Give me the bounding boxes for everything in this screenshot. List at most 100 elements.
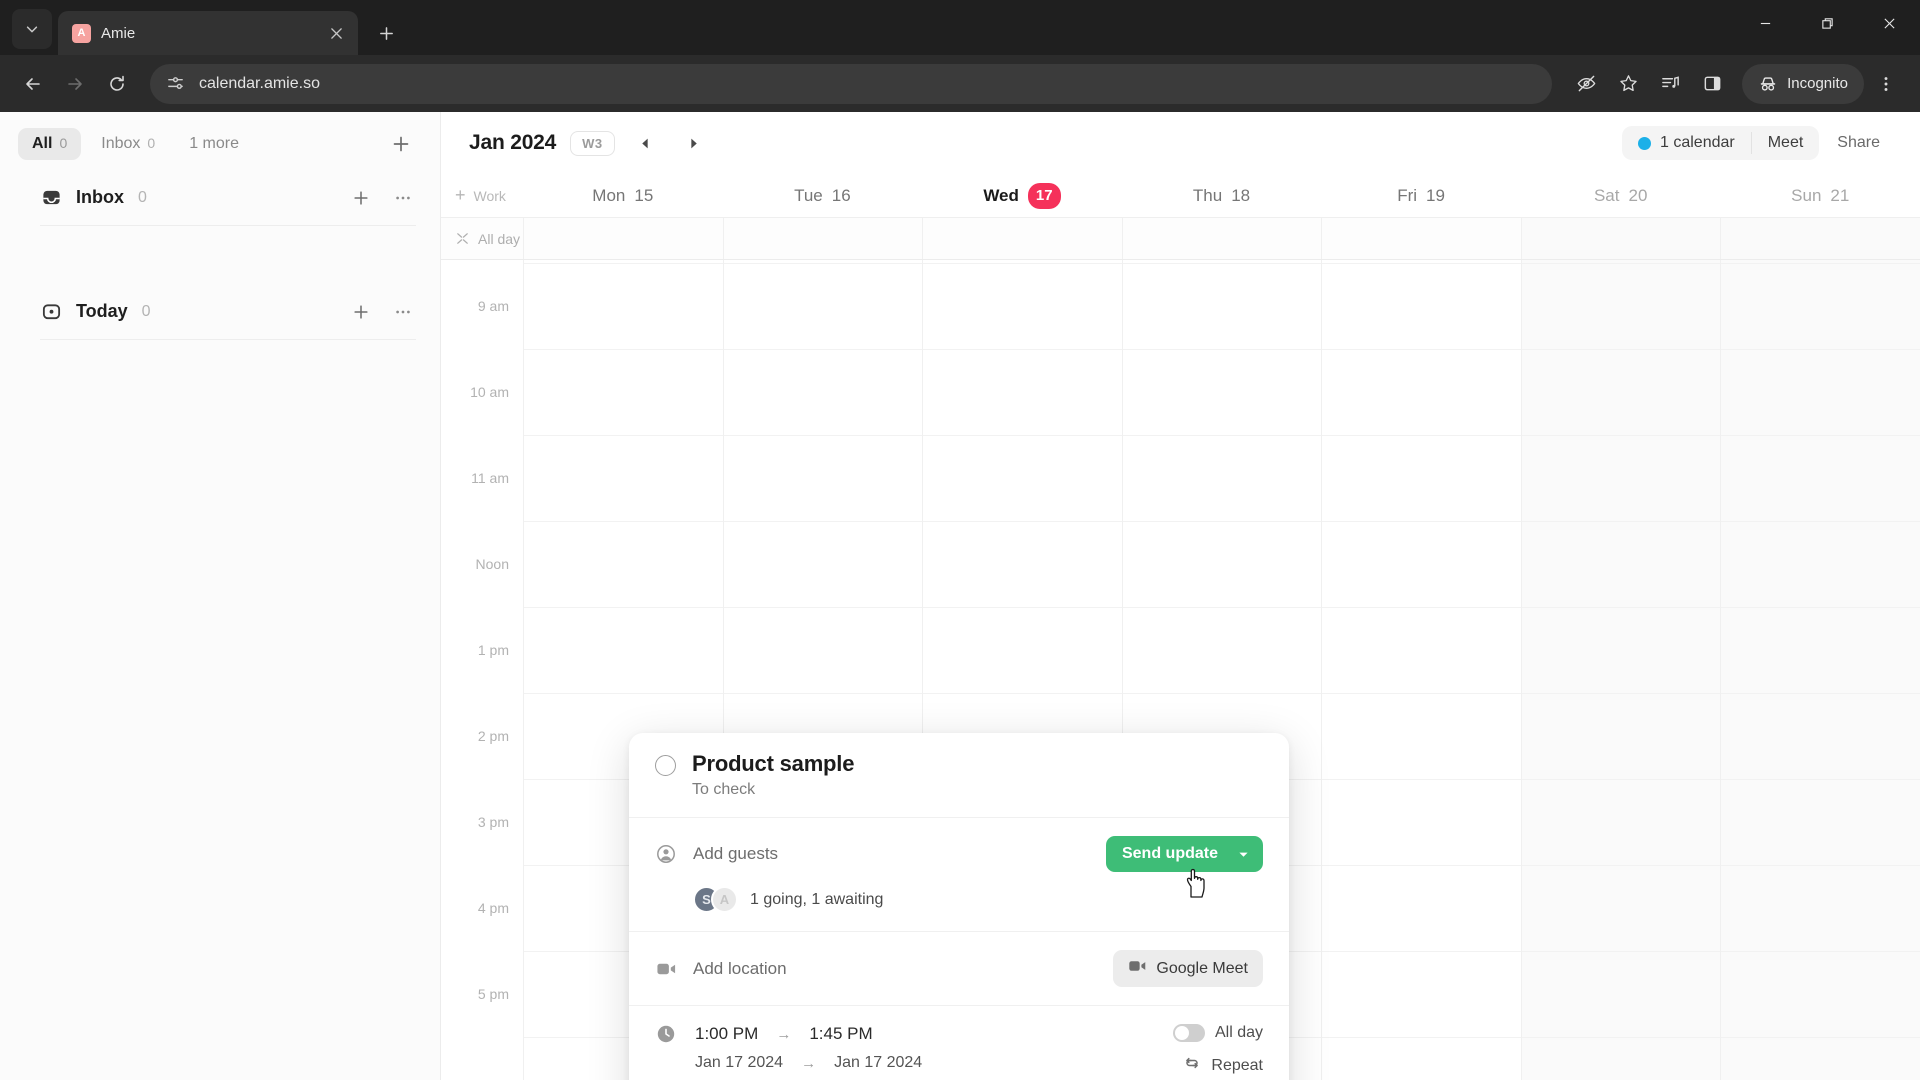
all-day-cell-thu[interactable] [1121,218,1322,259]
all-day-row: All day [441,218,1920,260]
back-button[interactable] [14,65,52,103]
grid-line [1521,349,1721,350]
event-end-date[interactable]: Jan 17 2024 [834,1054,922,1072]
event-start-date[interactable]: Jan 17 2024 [695,1054,783,1072]
sidebar-section-today-title: Today [76,301,128,321]
day-header-sun[interactable]: Sun 21 [1720,174,1920,217]
work-label: Work [473,187,506,204]
new-tab-button[interactable] [368,15,404,51]
side-panel-icon [1704,76,1720,91]
grid-line [1122,349,1322,350]
all-day-toggle[interactable] [1172,1024,1205,1042]
inbox-more-button[interactable] [390,185,416,211]
day-column-fri[interactable] [1321,260,1521,1080]
browser-tab[interactable]: A Amie [58,11,358,55]
calendar-selector-button[interactable]: 1 calendar [1622,126,1751,160]
media-controls-button[interactable] [1650,64,1690,104]
event-end-time[interactable]: 1:45 PM [809,1024,872,1044]
grid-line [723,349,923,350]
tab-close-button[interactable] [324,21,348,45]
chevron-right-icon [691,138,697,148]
grid-line [1322,349,1521,350]
time-label: 2 pm [477,728,509,744]
tab-title: Amie [101,24,136,42]
share-button[interactable]: Share [1819,126,1898,160]
day-header-tue[interactable]: Tue 16 [723,174,923,217]
day-name: Sat [1593,185,1620,205]
day-column-sat[interactable] [1520,260,1721,1080]
all-day-cell-tue[interactable] [722,218,923,259]
all-day-cell-sat[interactable] [1520,218,1721,259]
send-update-dropdown[interactable] [1234,836,1263,872]
all-day-cell-sun[interactable] [1720,218,1920,259]
repeat-row[interactable]: Repeat [1183,1054,1263,1077]
day-header-fri[interactable]: Fri 19 [1321,174,1521,217]
add-guests-placeholder[interactable]: Add guests [693,844,778,864]
work-calendar-row[interactable]: + Work [441,185,523,206]
circle-icon[interactable] [655,755,676,776]
reload-icon [110,75,124,91]
add-location-placeholder[interactable]: Add location [693,959,787,979]
reload-button[interactable] [98,65,136,103]
event-time-row: 1:00 PM → 1:45 PM [655,1024,1173,1044]
tab-search-button[interactable] [12,9,52,49]
day-header-wed[interactable]: Wed 17 [922,174,1122,217]
week-badge[interactable]: W3 [570,130,615,156]
today-add-button[interactable] [348,299,374,325]
collapse-icon [457,233,468,244]
day-header-thu[interactable]: Thu 18 [1122,174,1322,217]
tracking-protection-button[interactable] [1566,64,1606,104]
bookmark-button[interactable] [1608,64,1648,104]
grid-line [923,607,1122,608]
incognito-profile-button[interactable]: Incognito [1742,63,1864,104]
all-day-gutter[interactable]: All day [441,218,523,259]
forward-button[interactable] [56,65,94,103]
all-day-cell-mon[interactable] [523,218,723,259]
sidebar-section-inbox-header[interactable]: Inbox 0 [40,170,416,226]
calendar-meet-group: 1 calendar Meet [1622,126,1820,160]
maximize-button[interactable] [1796,0,1858,46]
time-label: 1 pm [477,642,509,658]
sidebar-tab-more[interactable]: 1 more [175,128,253,160]
previous-week-button[interactable] [629,126,663,160]
grid-line [723,263,923,264]
calendar-color-dot [1638,136,1651,150]
event-subtitle[interactable]: To check [692,781,854,799]
grid-line [1122,521,1322,522]
address-bar[interactable]: calendar.amie.so [150,63,1553,104]
day-header-sat[interactable]: Sat 20 [1521,174,1721,217]
grid-line [1521,521,1721,522]
meet-button[interactable]: Meet [1752,126,1820,160]
sidebar-add-list-button[interactable] [386,129,416,159]
grid-line [723,693,923,694]
day-header-mon[interactable]: Mon 15 [523,174,723,217]
day-column-sun[interactable] [1720,260,1920,1080]
side-panel-button[interactable] [1692,64,1732,104]
avatar[interactable]: A [711,886,738,913]
grid-line [1521,951,1721,952]
forward-arrow-icon [68,77,82,90]
grid-line [524,521,723,522]
sidebar-tab-inbox[interactable]: Inbox 0 [87,128,169,160]
event-title[interactable]: Product sample [692,751,854,777]
close-window-button[interactable] [1858,0,1920,46]
next-week-button[interactable] [677,126,711,160]
grid-line [524,349,723,350]
all-day-cell-fri[interactable] [1321,218,1521,259]
event-start-time[interactable]: 1:00 PM [695,1024,758,1044]
all-day-toggle-row[interactable]: All day [1172,1024,1263,1042]
minimize-button[interactable] [1734,0,1796,46]
grid-line [1322,865,1521,866]
sidebar-tab-all[interactable]: All 0 [18,128,82,160]
grid-line [1322,1037,1521,1038]
google-meet-button[interactable]: Google Meet [1113,950,1263,987]
inbox-add-button[interactable] [348,185,374,211]
today-more-button[interactable] [390,299,416,325]
clock-icon [655,1024,677,1044]
sidebar-section-today-header[interactable]: Today 0 [40,284,416,340]
all-day-cell-wed[interactable] [922,218,1122,259]
browser-menu-button[interactable] [1866,64,1906,104]
sidebar-section-today-actions [348,299,416,325]
grid-line [1322,263,1521,264]
minimize-icon [1760,22,1770,24]
